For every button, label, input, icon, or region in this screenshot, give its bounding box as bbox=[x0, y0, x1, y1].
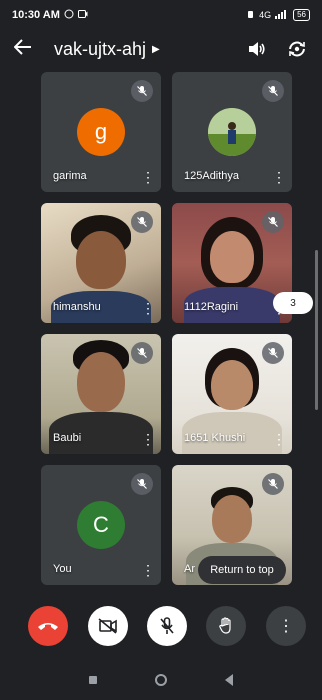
more-vert-icon[interactable]: ⋮ bbox=[141, 432, 155, 446]
participant-name: himanshu bbox=[53, 301, 101, 313]
recents-icon[interactable] bbox=[89, 676, 97, 684]
avatar bbox=[208, 108, 256, 156]
back-icon[interactable] bbox=[225, 674, 233, 686]
mic-off-icon bbox=[131, 342, 153, 364]
system-navigation-bar bbox=[0, 660, 322, 700]
participant-tile[interactable]: Baubi ⋮ bbox=[41, 334, 161, 454]
more-vert-icon: ⋮ bbox=[278, 618, 294, 635]
more-vert-icon[interactable]: ⋮ bbox=[141, 170, 155, 184]
switch-camera-icon[interactable] bbox=[286, 38, 308, 60]
meeting-header: vak-ujtx-ahj ▶ bbox=[0, 30, 322, 68]
camera-toggle-button[interactable] bbox=[88, 606, 128, 646]
mic-off-icon bbox=[131, 473, 153, 495]
participant-tile-self[interactable]: C You ⋮ bbox=[41, 465, 161, 585]
status-time: 10:30 AM bbox=[12, 9, 60, 21]
mic-toggle-button[interactable] bbox=[147, 606, 187, 646]
participant-tile[interactable]: 125Adithya ⋮ bbox=[172, 72, 292, 192]
return-to-top-button[interactable]: Return to top bbox=[198, 556, 286, 584]
home-icon[interactable] bbox=[155, 674, 167, 686]
mic-off-icon bbox=[160, 617, 174, 634]
vibrate-icon bbox=[246, 10, 255, 21]
camera-notification-icon bbox=[77, 9, 88, 21]
more-vert-icon[interactable]: ⋮ bbox=[141, 301, 155, 315]
participant-count-badge[interactable]: 3 bbox=[273, 292, 313, 314]
call-controls: ⋮ bbox=[0, 600, 322, 652]
participant-name: 125Adithya bbox=[184, 170, 240, 182]
meeting-code[interactable]: vak-ujtx-ahj bbox=[54, 39, 146, 60]
participant-name: 1112Ragini bbox=[184, 301, 239, 313]
participant-tile[interactable]: 1651 Khushi ⋮ bbox=[172, 334, 292, 454]
participant-name: Baubi bbox=[53, 432, 82, 444]
participant-tile[interactable]: g garima ⋮ bbox=[41, 72, 161, 192]
avatar: g bbox=[77, 108, 125, 156]
raise-hand-button[interactable] bbox=[206, 606, 246, 646]
more-vert-icon[interactable]: ⋮ bbox=[272, 432, 286, 446]
end-call-icon bbox=[38, 623, 58, 630]
avatar: C bbox=[77, 501, 125, 549]
whatsapp-icon bbox=[64, 9, 74, 22]
speaker-icon[interactable] bbox=[246, 38, 268, 60]
participant-name: garima bbox=[53, 170, 87, 182]
camera-off-icon bbox=[98, 618, 117, 634]
back-arrow-icon[interactable] bbox=[13, 38, 40, 61]
more-vert-icon[interactable]: ⋮ bbox=[272, 170, 286, 184]
more-vert-icon[interactable]: ⋮ bbox=[141, 563, 155, 577]
participant-name: You bbox=[53, 563, 72, 575]
participant-name: Ar bbox=[184, 563, 195, 575]
mic-off-icon bbox=[131, 80, 153, 102]
signal-icon bbox=[275, 9, 289, 21]
hand-icon bbox=[219, 617, 231, 634]
network-type: 4G bbox=[259, 10, 272, 20]
caret-right-icon[interactable]: ▶ bbox=[152, 44, 160, 55]
battery-indicator: 56 bbox=[293, 9, 310, 21]
mic-off-icon bbox=[262, 342, 284, 364]
more-options-button[interactable]: ⋮ bbox=[266, 606, 306, 646]
participant-name: 1651 Khushi bbox=[184, 432, 246, 444]
end-call-button[interactable] bbox=[28, 606, 68, 646]
mic-off-icon bbox=[262, 80, 284, 102]
status-bar: 10:30 AM 4G 56 bbox=[0, 0, 322, 30]
mic-off-icon bbox=[262, 473, 284, 495]
mic-off-icon bbox=[131, 211, 153, 233]
participant-tile[interactable]: himanshu ⋮ bbox=[41, 203, 161, 323]
mic-off-icon bbox=[262, 211, 284, 233]
scrollbar[interactable] bbox=[315, 250, 318, 410]
